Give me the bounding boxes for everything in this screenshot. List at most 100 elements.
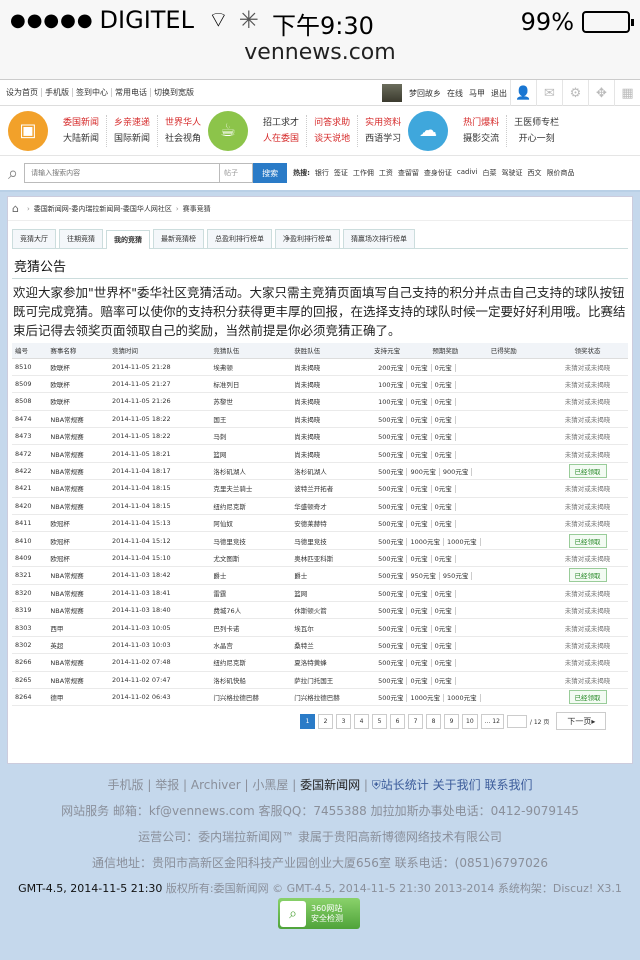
footer-link[interactable]: 站长统计 [381, 778, 429, 792]
hot-link[interactable]: 限价商品 [547, 168, 575, 178]
cat-link[interactable]: 招工求才 [263, 115, 299, 131]
gear-icon[interactable]: ⚙ [562, 80, 588, 106]
tab-item[interactable]: 净盈利排行榜单 [275, 229, 340, 248]
cat-link[interactable]: 委国新闻 [63, 115, 99, 131]
claimed-button[interactable]: 已经领取 [568, 690, 607, 705]
table-row: 8321 NBA常规赛 2014-11-03 18:42 爵士 爵士 500元宝 950元宝… [12, 566, 628, 585]
hot-link[interactable]: cadivi [457, 168, 478, 178]
hot-link[interactable]: 白菜 [483, 168, 497, 178]
home-icon[interactable]: ⌂ [12, 202, 19, 215]
prize-cell: 500元宝 0元宝 0元宝 [372, 479, 548, 498]
page-button[interactable]: 8 [426, 713, 441, 729]
cat-link[interactable]: 实用资料 [365, 115, 401, 131]
footer-link[interactable]: 举报 [155, 778, 179, 792]
hot-link[interactable]: 查留留 [398, 168, 419, 178]
cat-link[interactable]: 人在委国 [263, 131, 299, 147]
move-icon[interactable]: ✥ [588, 80, 614, 106]
search-input[interactable] [24, 163, 220, 183]
hot-link[interactable]: 签证 [334, 168, 348, 178]
page-button[interactable]: 10 [462, 713, 478, 729]
topnav-set-home[interactable]: 设为首页 [3, 88, 42, 97]
page-button[interactable]: 5 [372, 713, 387, 729]
page-button[interactable]: 9 [444, 713, 459, 729]
address-bar[interactable]: vennews.com [0, 40, 640, 80]
hot-link[interactable]: 工作佣 [353, 168, 374, 178]
breadcrumb-current[interactable]: 赛事竞猜 [183, 204, 211, 214]
topnav-mobile[interactable]: 手机版 [42, 88, 73, 97]
prize-value: 900元宝 [407, 468, 440, 477]
claimed-button[interactable]: 已经领取 [568, 568, 607, 583]
page-jump-input[interactable] [506, 714, 527, 728]
grid-icon[interactable]: ▦ [614, 80, 640, 106]
footer-link[interactable]: 关于我们 [433, 778, 481, 792]
claimed-button[interactable]: 已经领取 [568, 464, 607, 479]
logout-link[interactable]: 退出 [488, 88, 510, 99]
prize-cell: 500元宝 0元宝 0元宝 [372, 601, 548, 620]
search-type-select[interactable]: 帖子 [219, 163, 254, 183]
cat-link[interactable]: 谈天说地 [314, 131, 350, 147]
footer-link[interactable]: 委国新闻网 [300, 778, 360, 792]
cat-link[interactable]: 热门爆料 [463, 115, 499, 131]
user-icon[interactable]: 👤 [510, 80, 536, 106]
username-link[interactable]: 梦回故乡 [406, 88, 444, 99]
avatar[interactable] [382, 84, 402, 102]
hot-link[interactable]: 银行 [315, 168, 329, 178]
cat-link[interactable]: 社会视角 [165, 131, 201, 147]
search-button[interactable]: 搜索 [253, 163, 288, 183]
cat-link[interactable]: 王医师专栏 [514, 115, 559, 131]
table-cell: NBA常规赛 [47, 444, 110, 463]
cat-link[interactable]: 西语学习 [365, 131, 401, 147]
cat-link[interactable]: 问答求助 [314, 115, 350, 131]
tab-item[interactable]: 我的竞猜 [106, 230, 150, 249]
table-row: 8509 欧联杯 2014-11-05 21:27 标准列日 尚未揭晓 100元宝 0元宝 0… [12, 375, 628, 394]
page-button[interactable]: 4 [354, 713, 369, 729]
page-button[interactable]: 2 [318, 713, 333, 729]
cat-link[interactable]: 开心一刻 [519, 131, 555, 147]
cat-link[interactable]: 世界华人 [165, 115, 201, 131]
cat-link[interactable]: 摄影交流 [463, 131, 499, 147]
prize-value: 0元宝 [407, 676, 432, 685]
tab-item[interactable]: 最新竞猜榜 [153, 229, 204, 248]
table-cell: 8508 [12, 392, 48, 411]
vest-link[interactable]: 马甲 [466, 88, 488, 99]
mail-icon[interactable]: ✉ [536, 80, 562, 106]
cat-link[interactable]: 乡亲速递 [114, 115, 150, 131]
prize-cell: 500元宝 1000元宝 1000元宝 [372, 531, 548, 550]
tab-item[interactable]: 总盈利排行榜单 [207, 229, 272, 248]
topnav-wide[interactable]: 切换到宽版 [151, 88, 197, 97]
page-button[interactable]: 3 [336, 713, 351, 729]
hot-link[interactable]: 驾驶证 [502, 168, 523, 178]
footer-link[interactable]: 联系我们 [484, 778, 532, 792]
tab-item[interactable]: 竞猜大厅 [12, 229, 56, 248]
hot-link[interactable]: 西文 [528, 168, 542, 178]
footer-link[interactable]: 手机版 [108, 778, 144, 792]
topnav-phones[interactable]: 常用电话 [112, 88, 151, 97]
security-badge[interactable]: ⌕ 360网站 安全检测 [278, 898, 360, 929]
hot-link[interactable]: 工资 [379, 168, 393, 178]
hot-link[interactable]: 查身份证 [424, 168, 452, 178]
table-cell: 桑特兰 [291, 636, 373, 655]
cat-link[interactable]: 大陆新闻 [63, 131, 99, 147]
page-button[interactable]: ... 12 [480, 713, 504, 729]
tea-cup-icon: ☕ [208, 110, 249, 151]
cat-link[interactable]: 国际新闻 [114, 131, 150, 147]
prize-value: 500元宝 [375, 676, 408, 685]
page-button[interactable]: 6 [390, 713, 405, 729]
column-header: 领奖状态 [547, 343, 628, 359]
breadcrumb-site[interactable]: 委国新闻网-委内瑞拉新闻网-委国华人网社区 [34, 204, 172, 214]
topnav-checkin[interactable]: 签到中心 [73, 88, 112, 97]
status-cell: 已经领取 [547, 688, 628, 707]
next-page-button[interactable]: 下一页 ▸ [556, 712, 607, 731]
tab-item[interactable]: 往期竞猜 [59, 229, 103, 248]
footer-link[interactable]: 小黑屋 [252, 778, 288, 792]
page-button[interactable]: 7 [408, 713, 423, 729]
online-link[interactable]: 在线 [444, 88, 466, 99]
footer-link[interactable]: Archiver [191, 778, 241, 792]
page-button[interactable]: 1 [300, 713, 315, 729]
status-cell: 未猜对或未揭晓 [547, 584, 628, 602]
tab-item[interactable]: 猜赢场次排行榜单 [343, 229, 415, 248]
table-row: 8510 欧联杯 2014-11-05 21:28 埃弗顿 尚未揭晓 200元宝 0元宝 0元… [12, 358, 628, 376]
table-cell: NBA常规赛 [47, 671, 110, 689]
table-cell: 休斯顿火箭 [291, 601, 373, 620]
claimed-button[interactable]: 已经领取 [568, 533, 607, 548]
